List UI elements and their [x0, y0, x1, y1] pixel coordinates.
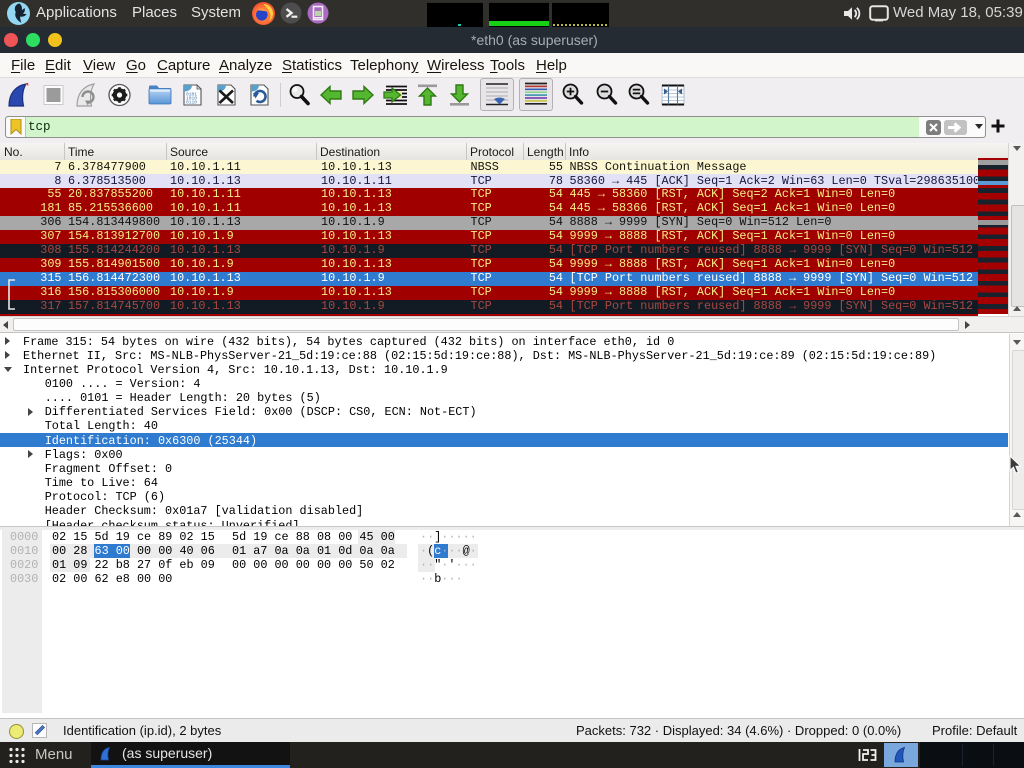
- svg-text:0110: 0110: [186, 100, 197, 106]
